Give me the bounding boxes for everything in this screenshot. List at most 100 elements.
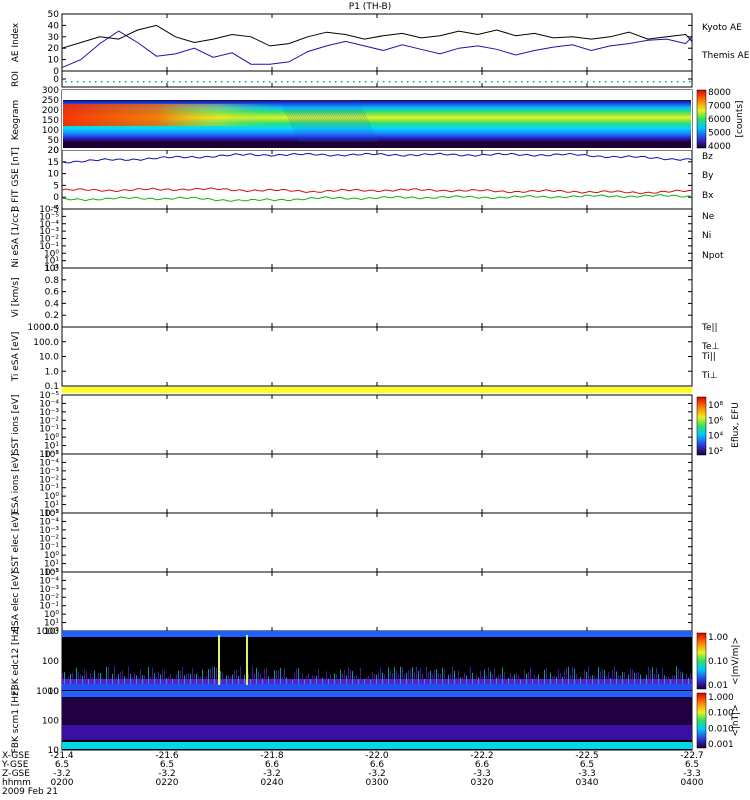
fbk-spectral-line	[528, 672, 529, 684]
fbk-spectral-line	[70, 673, 71, 684]
x-axis-value: 0320	[471, 778, 494, 788]
fbk-spectral-line	[682, 672, 683, 684]
fbk-spectral-line	[522, 679, 523, 684]
fbk-spectral-line	[596, 677, 597, 684]
fbk-spectral-line	[438, 672, 439, 684]
legend-ti-par: Ti||	[701, 352, 716, 362]
y-tick-label: 150	[42, 116, 59, 126]
fbk-spectral-line	[564, 671, 565, 684]
fbk-spectral-line	[460, 677, 461, 684]
fbk-spectral-line	[410, 668, 411, 684]
fbk-spectral-line	[230, 676, 231, 684]
roi-dot	[401, 81, 403, 83]
fbk-spectral-line	[430, 670, 431, 684]
colorbar-tick-label: 6000	[708, 115, 731, 125]
x-axis-value: 0340	[576, 778, 599, 788]
roi-dot	[149, 81, 151, 83]
fbk-spectral-line	[236, 669, 237, 684]
fbk-spectral-line	[584, 669, 585, 684]
fbk-spectral-line	[498, 675, 499, 684]
fbk-spectral-line	[306, 676, 307, 684]
fbk-spectral-line	[92, 676, 93, 684]
fbk-spectral-line	[420, 668, 421, 684]
fbk-spectral-line	[312, 675, 313, 684]
fbk-spectral-line	[654, 673, 655, 684]
fbk-spectral-line	[80, 674, 81, 684]
y-axis-label: SST ions [eV]	[11, 395, 21, 455]
keogram-bright-band	[63, 104, 691, 126]
colorbar-tick-label: 10⁸	[708, 401, 723, 411]
fbk-spectral-line	[550, 672, 551, 684]
roi-dot	[389, 81, 391, 83]
colorbar-label: Eflux, EFU	[731, 402, 741, 448]
y-axis-label: SST elec [eV]	[11, 513, 21, 573]
colorbar-tick-label: 1.000	[708, 693, 734, 703]
fbk-spectral-line	[154, 673, 155, 684]
fbk-spectral-line	[90, 673, 91, 684]
fbk-spectral-line	[350, 669, 351, 684]
fbk-spectral-line	[562, 676, 563, 684]
fbk-spectral-line	[234, 670, 235, 684]
roi-dot	[419, 81, 421, 83]
roi-dot	[113, 81, 115, 83]
fbk-spectral-line	[382, 672, 383, 684]
fbk-spectral-line	[400, 666, 401, 684]
fbk-spectral-line	[274, 670, 275, 684]
fbk-spectral-line	[358, 678, 359, 684]
fbk-spectral-line	[106, 666, 107, 684]
fbk-spectral-line	[628, 674, 629, 684]
fbk-spectral-line	[472, 672, 473, 684]
x-axis-value: 0300	[366, 778, 389, 788]
fbk-spectral-line	[118, 674, 119, 684]
fbk-spectral-line	[298, 668, 299, 684]
roi-dot	[317, 81, 319, 83]
y-tick-label: 0.8	[45, 276, 60, 286]
roi-dot	[545, 81, 547, 83]
roi-dot	[233, 81, 235, 83]
fbk-spectral-line	[302, 673, 303, 684]
roi-dot	[653, 81, 655, 83]
fbk-bottom-band	[62, 742, 692, 749]
fbk-spectral-line	[606, 676, 607, 684]
fbk-spectral-line	[408, 670, 409, 684]
fbk-spectral-line	[660, 678, 661, 684]
roi-dot	[371, 81, 373, 83]
fbk-spectral-line	[552, 676, 553, 684]
fbk-spectral-line	[580, 677, 581, 684]
roi-dot	[365, 81, 367, 83]
y-axis-label: ESA elec [eV]	[11, 571, 21, 632]
fbk-spectral-line	[632, 669, 633, 684]
roi-dot	[551, 81, 553, 83]
fbk-spectral-line	[542, 678, 543, 684]
fbk-spectral-line	[166, 678, 167, 684]
fbk-spectral-line	[276, 670, 277, 684]
fbk-spectral-line	[300, 677, 301, 684]
series-line-by	[61, 193, 693, 202]
fbk-spectral-line	[256, 667, 257, 684]
fbk-spectral-line	[572, 666, 573, 684]
roi-dot	[119, 81, 121, 83]
roi-dot	[263, 81, 265, 83]
roi-dot	[281, 81, 283, 83]
roi-dot	[83, 81, 85, 83]
fbk-spectral-line	[158, 671, 159, 684]
fbk-spectral-line	[678, 668, 679, 684]
y-tick-label: 10⁻⁶	[39, 205, 59, 215]
fbk-spectral-line	[592, 675, 593, 684]
fbk-spectral-line	[356, 674, 357, 684]
fbk-spectral-line	[316, 675, 317, 684]
fbk-spectral-line	[280, 667, 281, 684]
roi-dot	[209, 81, 211, 83]
colorbar-tick-label: 10²	[708, 447, 723, 457]
y-axis-label: B FIT GSE [nT]	[11, 147, 21, 212]
fbk-spectral-line	[658, 673, 659, 684]
fbk-spectral-line	[436, 669, 437, 684]
roi-dot	[341, 81, 343, 83]
fbk-spectral-line	[520, 679, 521, 684]
fbk-spectral-line	[170, 673, 171, 684]
legend-bz: Bz	[702, 152, 713, 162]
colorbar-label: <|nT|>	[731, 704, 741, 736]
roi-dot	[599, 81, 601, 83]
fbk-spectral-line	[240, 666, 241, 684]
fbk-spectral-line	[160, 674, 161, 684]
